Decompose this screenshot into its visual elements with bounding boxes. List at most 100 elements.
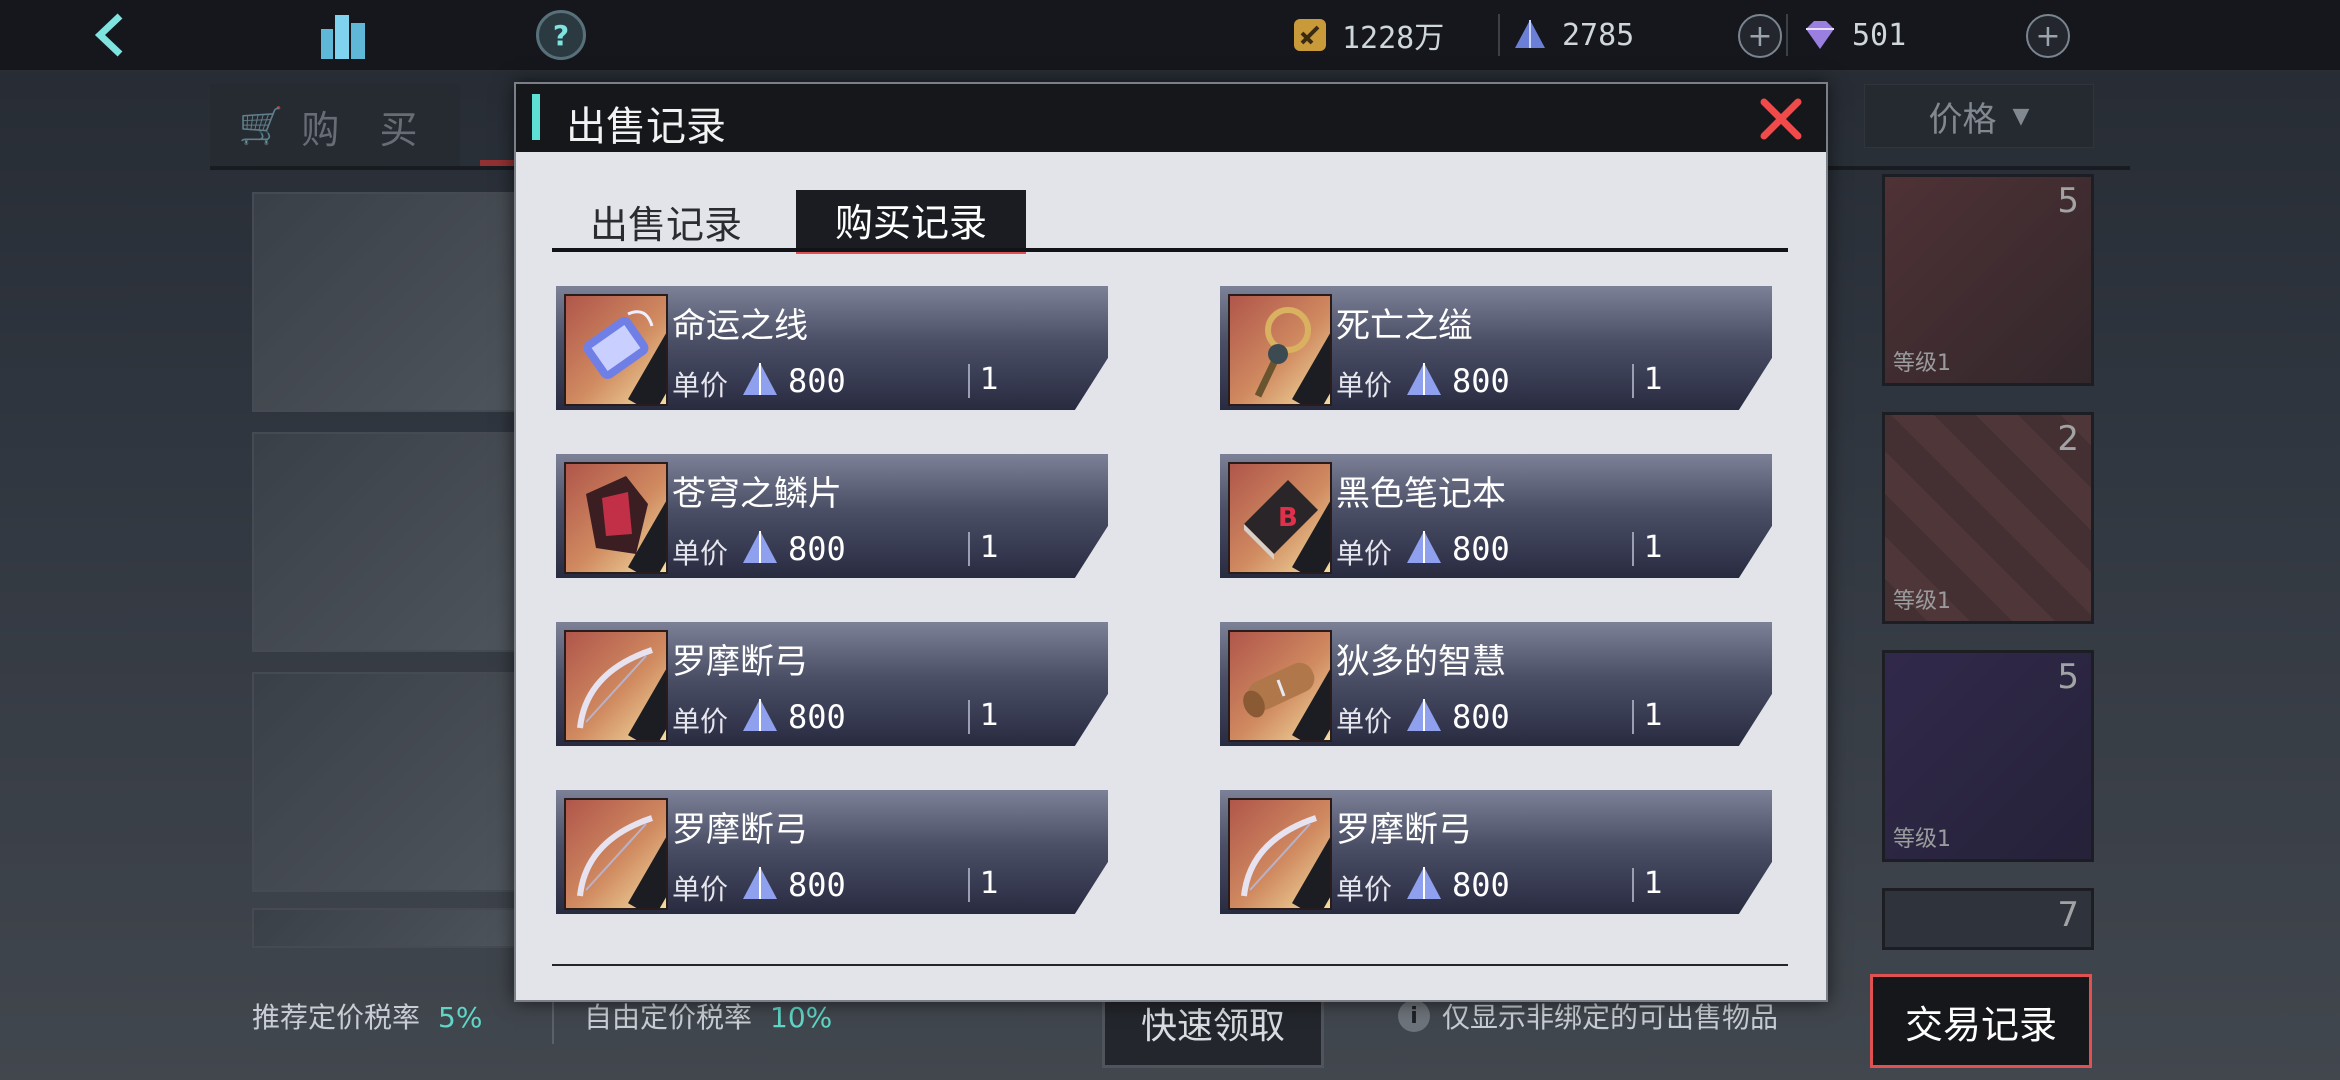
tabs-baseline (552, 248, 1788, 252)
quantity: 1 (980, 362, 1000, 397)
recommended-tax-label: 推荐定价税率 (252, 1001, 421, 1034)
gem-currency: 501 (1802, 10, 1906, 60)
divider (1632, 532, 1634, 566)
crystal-pyramid-icon (1407, 363, 1441, 395)
recommended-tax-value: 5% (438, 1001, 483, 1034)
divider (1786, 14, 1788, 56)
record-card[interactable]: 罗摩断弓 单价 800 1 (556, 622, 1108, 746)
record-item-image (564, 294, 668, 406)
svg-text:B: B (1278, 503, 1298, 533)
diamond-gem-icon (1806, 21, 1834, 49)
quantity: 1 (1644, 530, 1664, 565)
unit-price-label: 单价 (672, 537, 729, 570)
dialog-bottom-divider (552, 964, 1788, 966)
crystal-pyramid-icon (743, 699, 777, 731)
record-item-name: 狄多的智慧 (1336, 642, 1506, 682)
record-item-name: 罗摩断弓 (672, 810, 808, 850)
record-card[interactable]: 死亡之缢 单价 800 1 (1220, 286, 1772, 410)
record-item-name: 黑色笔记本 (1336, 474, 1506, 514)
tab-sale-records[interactable]: 出售记录 (552, 194, 780, 248)
free-tax-value: 10% (770, 1001, 833, 1034)
divider (1632, 364, 1634, 398)
unit-price-label: 单价 (1336, 705, 1393, 738)
record-card[interactable]: 罗摩断弓 单价 800 1 (1220, 790, 1772, 914)
gold-amount: 1228万 (1342, 21, 1445, 56)
recommended-tax: 推荐定价税率 5% (252, 996, 482, 1036)
record-item-image (1228, 798, 1332, 910)
note-text: 仅显示非绑定的可出售物品 (1442, 1001, 1779, 1034)
divider (968, 700, 970, 734)
dialog-title: 出售记录 (566, 104, 726, 150)
divider (968, 532, 970, 566)
help-icon[interactable]: ? (534, 8, 588, 62)
crystal-currency: 2785 (1512, 10, 1634, 60)
record-item-image (1228, 294, 1332, 406)
unit-price-value: 800 (1452, 866, 1510, 904)
unit-price-value: 800 (1452, 530, 1510, 568)
unit-price-value: 800 (1452, 362, 1510, 400)
gem-amount: 501 (1852, 17, 1907, 53)
back-icon[interactable] (86, 8, 140, 62)
crystal-amount: 2785 (1562, 17, 1635, 53)
quantity: 1 (980, 866, 1000, 901)
free-tax: 自由定价税率 10% (584, 996, 832, 1036)
close-icon[interactable] (1758, 96, 1804, 142)
title-accent-bar (532, 94, 540, 140)
record-card[interactable]: B 黑色笔记本 单价 800 1 (1220, 454, 1772, 578)
city-buildings-icon[interactable] (316, 8, 370, 62)
unit-price-label: 单价 (1336, 873, 1393, 906)
gold-coin-icon (1294, 19, 1326, 51)
quantity: 1 (1644, 866, 1664, 901)
dialog-header: 出售记录 (516, 84, 1826, 152)
quantity: 1 (980, 698, 1000, 733)
record-item-name: 罗摩断弓 (1336, 810, 1472, 850)
trade-records-button[interactable]: 交易记录 (1870, 974, 2092, 1068)
unit-price-label: 单价 (1336, 537, 1393, 570)
crystal-pyramid-icon (743, 531, 777, 563)
record-item-image (564, 630, 668, 742)
record-card[interactable]: 狄多的智慧 单价 800 1 (1220, 622, 1772, 746)
unit-price-value: 800 (788, 698, 846, 736)
crystal-pyramid-icon (1515, 20, 1545, 48)
top-bar: ? 1228万 2785 + 501 + (0, 0, 2340, 72)
record-item-image (564, 798, 668, 910)
free-tax-label: 自由定价税率 (584, 1001, 753, 1034)
unit-price-label: 单价 (1336, 369, 1393, 402)
divider (1632, 868, 1634, 902)
add-crystal-button[interactable]: + (1738, 14, 1782, 58)
unit-price-value: 800 (788, 362, 846, 400)
divider (1498, 14, 1500, 56)
record-item-image (564, 462, 668, 574)
crystal-pyramid-icon (1407, 699, 1441, 731)
record-card[interactable]: 苍穹之鳞片 单价 800 1 (556, 454, 1108, 578)
crystal-pyramid-icon (1407, 531, 1441, 563)
sale-records-dialog: 出售记录 出售记录 购买记录 命运之线 单价 800 1 死亡之缢 单价 800… (514, 82, 1828, 1002)
tab-purchase-records[interactable]: 购买记录 (796, 190, 1026, 254)
record-card[interactable]: 命运之线 单价 800 1 (556, 286, 1108, 410)
tab-purchase-label: 购买记录 (834, 200, 987, 245)
unit-price-label: 单价 (672, 369, 729, 402)
quantity: 1 (1644, 362, 1664, 397)
record-item-name: 死亡之缢 (1336, 306, 1472, 346)
quantity: 1 (980, 530, 1000, 565)
quantity: 1 (1644, 698, 1664, 733)
record-item-image (1228, 630, 1332, 742)
divider (968, 868, 970, 902)
divider (968, 364, 970, 398)
record-tabs: 出售记录 购买记录 (552, 190, 1788, 254)
record-item-name: 罗摩断弓 (672, 642, 808, 682)
info-icon: i (1398, 1000, 1430, 1032)
divider (1632, 700, 1634, 734)
crystal-pyramid-icon (743, 867, 777, 899)
record-card[interactable]: 罗摩断弓 单价 800 1 (556, 790, 1108, 914)
sellable-note: i 仅显示非绑定的可出售物品 (1398, 996, 1778, 1036)
crystal-pyramid-icon (1407, 867, 1441, 899)
unit-price-value: 800 (1452, 698, 1510, 736)
unit-price-label: 单价 (672, 873, 729, 906)
unit-price-label: 单价 (672, 705, 729, 738)
record-item-name: 命运之线 (672, 306, 808, 346)
add-gem-button[interactable]: + (2026, 14, 2070, 58)
crystal-pyramid-icon (743, 363, 777, 395)
unit-price-value: 800 (788, 530, 846, 568)
record-item-name: 苍穹之鳞片 (672, 474, 842, 514)
